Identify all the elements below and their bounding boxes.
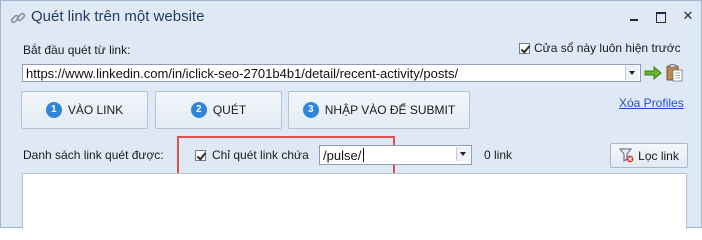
link-icon	[10, 12, 26, 24]
filter-only-label[interactable]: Chỉ quét link chứa	[212, 148, 309, 162]
close-button[interactable]: ✕	[681, 10, 695, 24]
window-title: Quét link trên một website	[31, 8, 205, 25]
filter-icon	[619, 148, 634, 163]
always-on-top-label[interactable]: Cửa sổ này luôn hiện trước	[534, 41, 681, 55]
filter-links-button[interactable]: Lọc link	[610, 143, 688, 168]
start-url-value: https://www.linkedin.com/in/iclick-seo-2…	[26, 66, 459, 81]
scan-label: QUÉT	[212, 103, 247, 117]
chevron-down-icon[interactable]	[456, 147, 470, 161]
text-caret	[363, 148, 364, 162]
step-number-badge: 1	[45, 102, 62, 118]
filter-pattern-value: /pulse/	[323, 148, 362, 163]
step-number-badge: 2	[190, 102, 207, 118]
open-link-button[interactable]: 1 VÀO LINK	[21, 91, 148, 129]
start-url-label: Bắt đầu quét từ link:	[23, 43, 131, 57]
start-url-combobox[interactable]: https://www.linkedin.com/in/iclick-seo-2…	[22, 64, 641, 82]
clear-profiles-link[interactable]: Xóa Profiles	[619, 96, 684, 110]
arrow-right-icon[interactable]	[644, 65, 662, 81]
scanned-links-list[interactable]	[22, 173, 687, 229]
scan-links-window: Quét link trên một website ✕ Bắt đầu qué…	[0, 0, 702, 229]
import-submit-label: NHẬP VÀO ĐỂ SUBMIT	[324, 103, 456, 117]
filter-pattern-combobox[interactable]: /pulse/	[319, 145, 472, 165]
always-on-top-checkbox[interactable]	[519, 43, 530, 54]
import-submit-button[interactable]: 3 NHẬP VÀO ĐỂ SUBMIT	[288, 91, 470, 129]
scanned-links-label: Danh sách link quét được:	[23, 148, 164, 162]
chevron-down-icon[interactable]	[625, 66, 639, 80]
minimize-button[interactable]	[627, 10, 641, 24]
filter-links-label: Lọc link	[638, 148, 679, 163]
scan-button[interactable]: 2 QUÉT	[155, 91, 282, 129]
step-number-badge: 3	[302, 102, 319, 118]
title-bar: Quét link trên một website ✕	[1, 1, 701, 35]
clipboard-icon[interactable]	[665, 63, 683, 82]
link-count: 0 link	[484, 148, 513, 162]
maximize-button[interactable]	[654, 10, 668, 24]
open-link-label: VÀO LINK	[67, 103, 124, 117]
filter-only-checkbox[interactable]	[195, 150, 206, 161]
